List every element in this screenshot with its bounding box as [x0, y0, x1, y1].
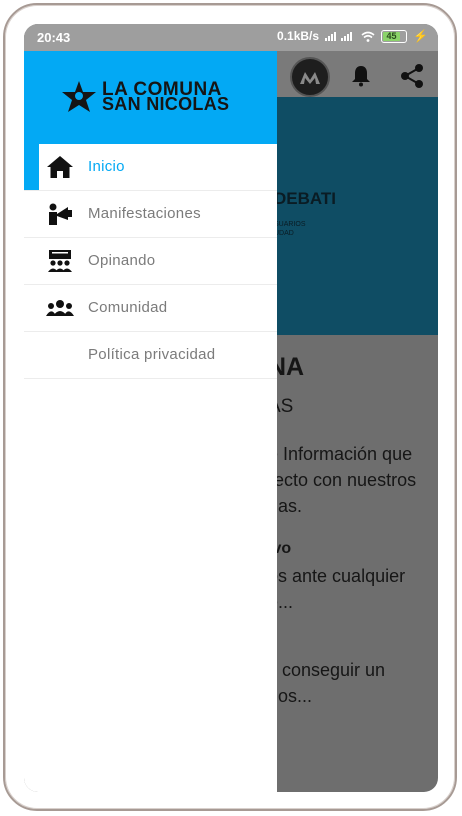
menu-item-opinando[interactable]: Opinando [24, 238, 277, 285]
share-icon[interactable] [398, 62, 426, 90]
menu-item-label: Política privacidad [88, 346, 216, 363]
menu-item-label: Comunidad [88, 299, 168, 316]
signal-icon [325, 32, 353, 41]
section-line: y conseguir un [268, 660, 386, 680]
brand-line-2: SAN NICOLAS [102, 94, 230, 114]
menu-item-inicio[interactable]: Inicio [24, 144, 277, 191]
banner-subtitle: SUARIOS UDAD [274, 220, 306, 238]
menu-item-label: Opinando [88, 252, 156, 269]
charging-icon: ⚡ [413, 29, 428, 43]
network-speed: 0.1kB/s [277, 29, 320, 43]
intro-line: recto con nuestros [268, 470, 417, 490]
menu-item-manifestaciones[interactable]: Manifestaciones [24, 191, 277, 238]
app-logo-icon[interactable] [290, 57, 330, 97]
presentation-icon [48, 250, 72, 272]
megaphone-icon [49, 203, 72, 225]
menu-item-politica-privacidad[interactable]: Política privacidad [24, 332, 277, 379]
menu-item-label: Inicio [88, 158, 125, 175]
battery-icon: 45 [381, 29, 408, 43]
status-icons: 0.1kB/s 45 ⚡ [277, 29, 428, 43]
banner-sub-line: SUARIOS [274, 221, 306, 228]
status-bar: 20:43 0.1kB/s 45 ⚡ [24, 24, 438, 51]
intro-line: e Información que [268, 444, 413, 464]
battery-level: 45 [383, 31, 400, 41]
navigation-drawer: LA COMUNA SAN NICOLAS Inicio Manifestaci… [24, 51, 277, 792]
brand-logo: LA COMUNA SAN NICOLAS [60, 80, 229, 114]
drawer-header: LA COMUNA SAN NICOLAS [24, 51, 277, 144]
star-people-icon [62, 81, 96, 112]
menu-item-comunidad[interactable]: Comunidad [24, 285, 277, 332]
wifi-icon [361, 31, 375, 42]
menu-item-label: Manifestaciones [88, 205, 201, 222]
banner-sub-line: UDAD [274, 230, 294, 237]
section-line: os ante cualquier [268, 566, 406, 586]
banner-title: DEBATI [274, 189, 337, 208]
bell-icon[interactable] [349, 64, 373, 88]
group-icon [46, 300, 74, 316]
status-time: 20:43 [37, 30, 71, 45]
home-icon [47, 156, 73, 178]
phone-screen: 20:43 0.1kB/s 45 ⚡ DEBATI SUARIOS UDAD N… [24, 24, 438, 792]
drawer-menu: Inicio Manifestaciones Opinando Comunida… [24, 144, 277, 379]
